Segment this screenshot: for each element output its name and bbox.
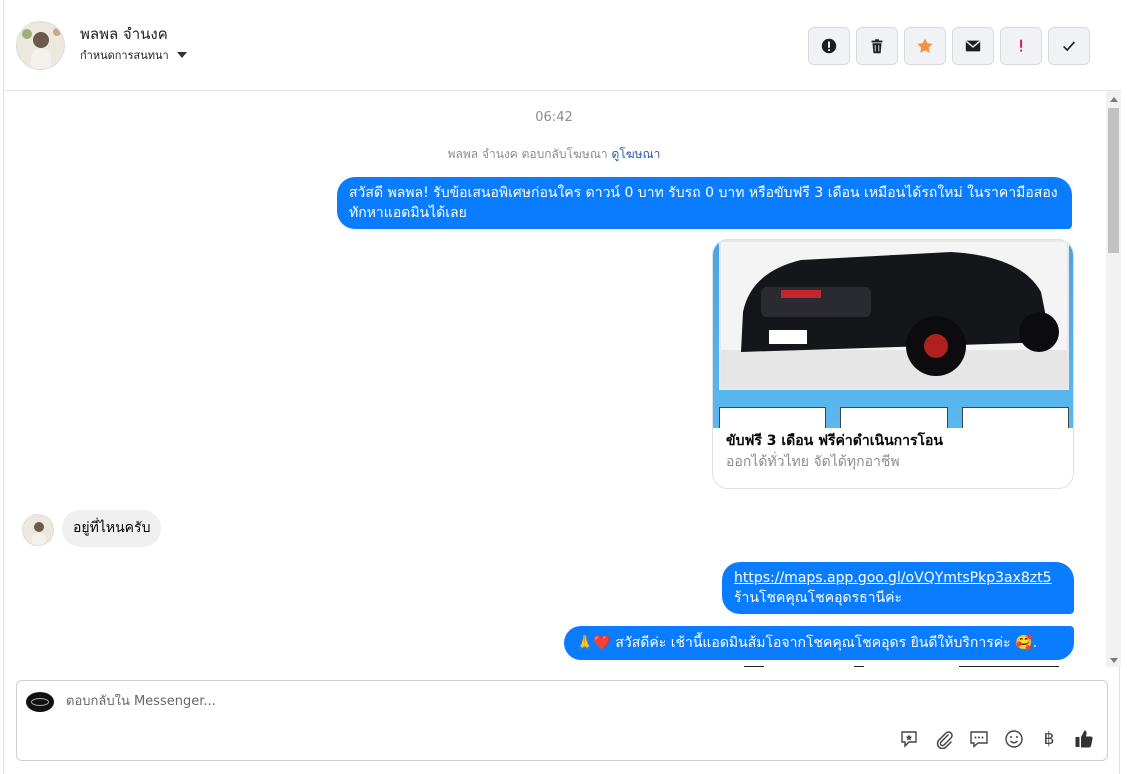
ad-card[interactable]: ขับฟรี 3 เดือน ฟรีค่าดำเนินการโอน ออกได้… [712, 239, 1074, 489]
like-button[interactable] [1073, 728, 1095, 750]
caret-down-icon [176, 52, 187, 58]
message-text: ร้านโชคคุณโชคอุดรธานีค่ะ [734, 590, 902, 606]
outgoing-message[interactable]: 🙏❤️ สวัสดีค่ะ เช้านี้แอดมินส้มโอจากโชคคุ… [564, 626, 1074, 660]
page-avatar [26, 692, 54, 712]
mark-unread-button[interactable] [952, 27, 994, 65]
check-icon [1063, 41, 1076, 52]
scrollbar-thumb[interactable] [1108, 108, 1119, 253]
next-message-preview [959, 666, 1059, 667]
ad-thumbnail [840, 407, 948, 428]
maps-link[interactable]: https://maps.app.goo.gl/oVQYmtsPkp3ax8zt… [734, 570, 1052, 586]
star-icon [917, 38, 933, 53]
chat-bubble-icon [970, 731, 988, 749]
ad-image [713, 240, 1073, 428]
composer-tools: ฿ [898, 728, 1095, 750]
emoji-icon [1005, 730, 1023, 748]
trash-icon [871, 39, 883, 54]
view-ad-link[interactable]: ดูโฆษณา [611, 147, 660, 161]
important-icon [1020, 39, 1023, 52]
saved-reply-button[interactable] [898, 728, 920, 750]
conversation-header: พลพล จำนงค กำหนดการสนทนา [4, 0, 1121, 91]
emoji-button[interactable] [1003, 728, 1025, 750]
thumbs-up-icon [1075, 730, 1093, 748]
contact-avatar[interactable] [16, 21, 65, 70]
ad-thumbnail [961, 407, 1069, 428]
ad-subtitle: ออกได้ทั่วไทย จัดได้ทุกอาชีพ [726, 454, 900, 470]
mark-done-button[interactable] [1048, 27, 1090, 65]
delete-button[interactable] [856, 27, 898, 65]
ad-title: ขับฟรี 3 เดือน ฟรีค่าดำเนินการโอน [726, 433, 943, 449]
message-timestamp: 06:42 [535, 110, 573, 125]
vertical-scrollbar[interactable] [1106, 91, 1121, 667]
reply-input[interactable] [66, 694, 766, 709]
conversation-settings-dropdown[interactable]: กำหนดการสนทนา [80, 46, 187, 64]
baht-icon: ฿ [1043, 729, 1055, 749]
ad-thumbnails [719, 407, 1069, 428]
payment-button[interactable]: ฿ [1038, 728, 1060, 750]
scroll-up-arrow-icon[interactable] [1110, 97, 1118, 102]
outgoing-message[interactable]: https://maps.app.goo.gl/oVQYmtsPkp3ax8zt… [722, 562, 1074, 614]
ad-car-photo [719, 240, 1069, 390]
conversation-actions [808, 27, 1090, 65]
report-button[interactable] [808, 27, 850, 65]
message-composer: ฿ [16, 680, 1108, 761]
inbox-conversation-pane: พลพล จำนงค กำหนดการสนทนา 06:42 พลพล จำนง… [3, 0, 1121, 774]
messenger-features-button[interactable] [968, 728, 990, 750]
saved-reply-icon [901, 731, 917, 748]
attachment-icon [936, 731, 953, 749]
star-button[interactable] [904, 27, 946, 65]
scroll-down-arrow-icon[interactable] [1110, 658, 1118, 663]
ad-thumbnail [719, 407, 827, 428]
ad-reply-notice: พลพล จำนงค ตอบกลับโฆษณา ดูโฆษณา [4, 145, 1104, 164]
contact-name[interactable]: พลพล จำนงค [80, 22, 168, 46]
mark-important-button[interactable] [1000, 27, 1042, 65]
mail-icon [965, 40, 981, 52]
report-icon [821, 38, 837, 54]
next-message-preview [744, 666, 764, 667]
attach-button[interactable] [933, 728, 955, 750]
next-message-preview [854, 666, 864, 667]
outgoing-message[interactable]: สวัสดี พลพล! รับข้อเสนอพิเศษก่อนใคร ดาวน… [337, 177, 1072, 229]
sender-avatar[interactable] [22, 514, 54, 546]
conversation-settings-label: กำหนดการสนทนา [80, 49, 169, 62]
message-thread[interactable]: 06:42 พลพล จำนงค ตอบกลับโฆษณา ดูโฆษณา สว… [4, 91, 1121, 667]
ad-reply-text: พลพล จำนงค ตอบกลับโฆษณา [447, 147, 608, 161]
incoming-message[interactable]: อยู่ที่ไหนครับ [62, 510, 162, 547]
